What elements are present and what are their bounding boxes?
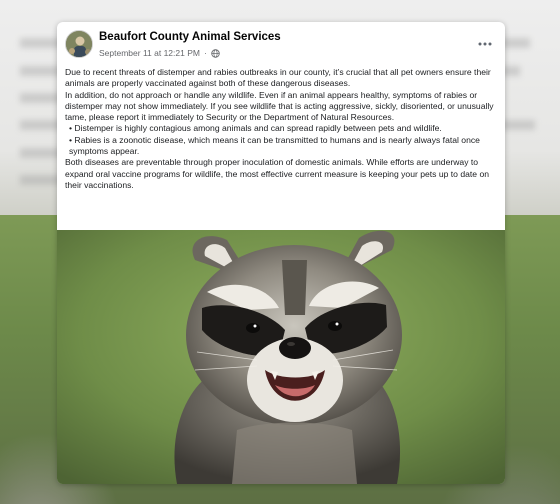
meta-separator: · <box>203 48 207 58</box>
more-options-button[interactable] <box>475 34 495 54</box>
post-paragraph-wildlife-warning: In addition, do not approach or handle a… <box>65 89 494 123</box>
post-meta: September 11 at 12:21 PM · <box>99 47 220 59</box>
post-paragraph-conclusion: Both diseases are preventable through pr… <box>65 157 490 190</box>
avatar-image <box>66 31 92 57</box>
post-timestamp[interactable]: September 11 at 12:21 PM <box>99 48 200 58</box>
more-options-icon <box>478 42 492 46</box>
raccoon-photo <box>57 230 505 484</box>
post-text: Due to recent threats of distemper and r… <box>65 67 500 191</box>
post-bullet-distemper: • Distemper is highly contagious among a… <box>69 123 442 134</box>
post-header: Beaufort County Animal Services Septembe… <box>57 22 505 66</box>
globe-icon[interactable] <box>211 48 220 58</box>
post-image-raccoon[interactable] <box>57 230 505 484</box>
post-card: Beaufort County Animal Services Septembe… <box>57 22 505 484</box>
post-bullet-rabies: • Rabies is a zoonotic disease, which me… <box>69 134 480 157</box>
post-paragraph-intro: Due to recent threats of distemper and r… <box>65 67 491 89</box>
avatar[interactable] <box>65 30 93 58</box>
page-name[interactable]: Beaufort County Animal Services <box>99 31 281 43</box>
